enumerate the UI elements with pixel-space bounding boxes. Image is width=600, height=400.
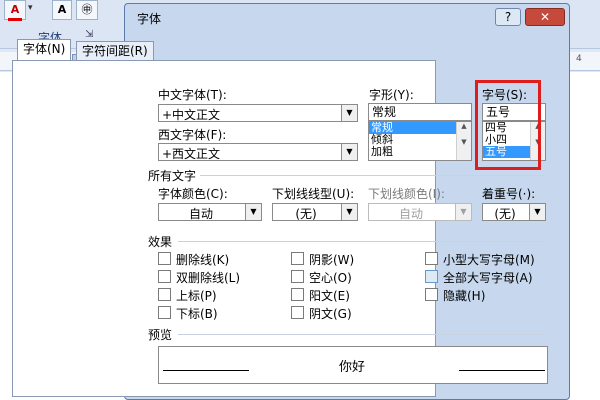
font-color-button[interactable]: A <box>4 0 26 20</box>
emphasis-mark-value: (无) <box>494 207 516 221</box>
strikethrough-checkbox[interactable]: 删除线(K) <box>158 251 229 268</box>
engrave-checkbox[interactable]: 阴文(G) <box>291 305 352 322</box>
chevron-down-icon[interactable]: ▼ <box>341 204 357 220</box>
all-text-section-title: 所有文字 <box>148 169 197 183</box>
checkbox-box[interactable] <box>158 306 171 319</box>
checkbox-label: 隐藏(H) <box>443 289 486 303</box>
style-input[interactable]: 常规 <box>368 103 472 121</box>
checkbox-label: 删除线(K) <box>176 253 230 267</box>
outline-checkbox[interactable]: 空心(O) <box>291 269 352 286</box>
section-divider <box>200 175 546 176</box>
checkbox-box[interactable] <box>291 288 304 301</box>
font-color-value: 自动 <box>188 207 213 221</box>
checkbox-label: 阴影(W) <box>309 253 355 267</box>
enclose-char-button[interactable]: ㊥ <box>76 0 98 20</box>
emphasis-mark-label: 着重号(·): <box>482 187 536 201</box>
preview-text: 你好 <box>339 360 366 375</box>
char-shading-button[interactable]: A <box>52 0 72 20</box>
ruler-mark: 4 <box>576 54 582 64</box>
western-font-select[interactable]: +西文正文 ▼ <box>158 143 358 161</box>
checkbox-box[interactable] <box>425 270 438 283</box>
preview-baseline-left <box>163 370 249 371</box>
checkbox-box[interactable] <box>158 270 171 283</box>
preview-section-title: 预览 <box>148 328 173 342</box>
underline-style-value: (无) <box>295 207 317 221</box>
tab-character-spacing[interactable]: 字符间距(R) <box>76 41 154 61</box>
dialog-launcher-icon[interactable]: ⇲ <box>85 29 93 40</box>
checkbox-label: 全部大写字母(A) <box>443 271 533 285</box>
effects-section-title: 效果 <box>148 235 173 249</box>
underline-color-select: 自动 ▼ <box>368 203 472 221</box>
chevron-down-icon[interactable]: ▼ <box>341 144 357 160</box>
all-caps-checkbox[interactable]: 全部大写字母(A) <box>425 269 533 286</box>
checkbox-label: 双删除线(L) <box>176 271 241 285</box>
underline-style-label: 下划线线型(U): <box>272 187 355 201</box>
font-color-label: 字体颜色(C): <box>158 187 228 201</box>
preview-baseline-right <box>459 370 545 371</box>
help-button[interactable]: ? <box>495 8 521 26</box>
checkbox-label: 阳文(E) <box>309 289 350 303</box>
chevron-down-icon[interactable]: ▼ <box>529 204 545 220</box>
chevron-down-icon: ▼ <box>455 204 471 220</box>
checkbox-box[interactable] <box>291 270 304 283</box>
style-list-scrollbar[interactable]: ▲ ▼ <box>456 122 471 160</box>
checkbox-label: 小型大写字母(M) <box>443 253 535 267</box>
font-color-select[interactable]: 自动 ▼ <box>158 203 262 221</box>
checkbox-box[interactable] <box>158 252 171 265</box>
chinese-font-select[interactable]: +中文正文 ▼ <box>158 104 358 122</box>
section-divider <box>178 241 546 242</box>
subscript-checkbox[interactable]: 下标(B) <box>158 305 218 322</box>
checkbox-box[interactable] <box>425 252 438 265</box>
section-divider <box>178 334 546 335</box>
emboss-checkbox[interactable]: 阳文(E) <box>291 287 350 304</box>
style-label: 字形(Y): <box>369 88 414 102</box>
small-caps-checkbox[interactable]: 小型大写字母(M) <box>425 251 535 268</box>
emphasis-mark-select[interactable]: (无) ▼ <box>482 203 546 221</box>
checkbox-label: 空心(O) <box>309 271 352 285</box>
western-font-value: +西文正文 <box>162 147 221 161</box>
style-list[interactable]: 常规 倾斜 加粗 ▲ ▼ <box>368 121 472 161</box>
checkbox-box[interactable] <box>425 288 438 301</box>
checkbox-label: 下标(B) <box>176 307 218 321</box>
double-strikethrough-checkbox[interactable]: 双删除线(L) <box>158 269 240 286</box>
hidden-checkbox[interactable]: 隐藏(H) <box>425 287 485 304</box>
close-button[interactable]: ✕ <box>525 8 565 26</box>
checkbox-label: 阴文(G) <box>309 307 352 321</box>
chevron-down-icon[interactable]: ▼ <box>341 105 357 121</box>
font-color-swatch <box>8 18 22 21</box>
tab-font[interactable]: 字体(N) <box>17 39 72 61</box>
chevron-down-icon[interactable]: ▼ <box>245 204 261 220</box>
chinese-font-label: 中文字体(T): <box>158 88 227 102</box>
western-font-label: 西文字体(F): <box>158 128 227 142</box>
checkbox-box[interactable] <box>291 252 304 265</box>
shadow-checkbox[interactable]: 阴影(W) <box>291 251 354 268</box>
checkbox-box[interactable] <box>158 288 171 301</box>
dialog-titlebar[interactable]: 字体 ? ✕ <box>125 4 569 31</box>
checkbox-box[interactable] <box>291 306 304 319</box>
dialog-title: 字体 <box>137 12 162 26</box>
font-color-dropdown-icon[interactable]: ▾ <box>28 3 33 13</box>
highlight-annotation-box <box>475 80 541 170</box>
underline-color-label: 下划线颜色(I): <box>368 187 445 201</box>
checkbox-label: 上标(P) <box>176 289 217 303</box>
chinese-font-value: +中文正文 <box>162 108 221 122</box>
underline-color-value: 自动 <box>398 207 423 221</box>
underline-style-select[interactable]: (无) ▼ <box>272 203 358 221</box>
preview-box: 你好 <box>158 346 548 384</box>
superscript-checkbox[interactable]: 上标(P) <box>158 287 217 304</box>
